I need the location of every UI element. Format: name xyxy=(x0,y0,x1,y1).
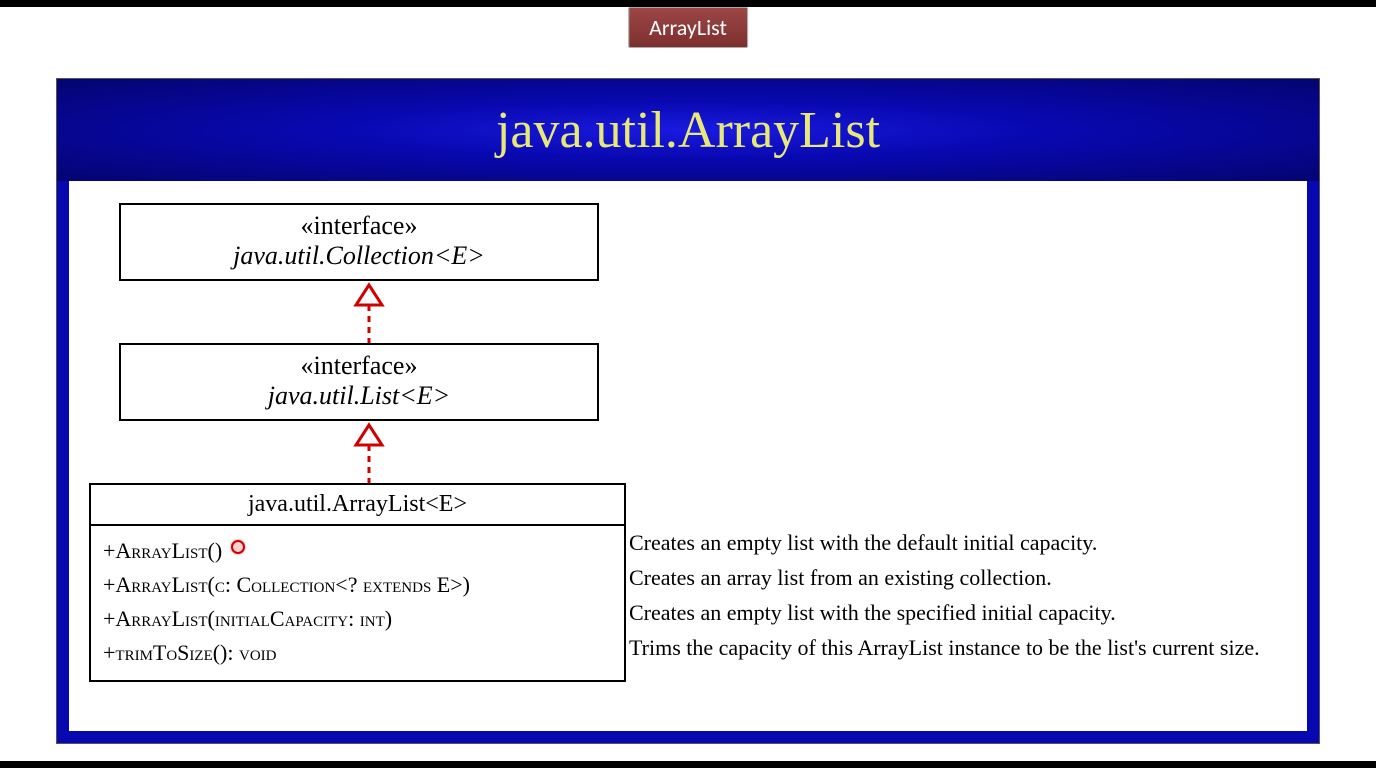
method-description: Creates an empty list with the default i… xyxy=(629,526,1287,559)
method-description: Trims the capacity of this ArrayList ins… xyxy=(629,631,1287,664)
class-name: java.util.List<E> xyxy=(121,381,597,411)
topic-tab: ArrayList xyxy=(628,7,748,48)
method-description: Creates an array list from an existing c… xyxy=(629,561,1287,594)
method-signature: +trimToSize(): void xyxy=(103,636,612,670)
uml-box-list: «interface» java.util.List<E> xyxy=(119,343,599,421)
class-name: java.util.Collection<E> xyxy=(121,241,597,271)
slide-header: java.util.ArrayList xyxy=(57,79,1319,181)
method-signature: +ArrayList(c: Collection<? extends E>) xyxy=(103,568,612,602)
uml-box-arraylist: java.util.ArrayList<E> +ArrayList() +Arr… xyxy=(89,483,626,682)
method-description: Creates an empty list with the specified… xyxy=(629,596,1287,629)
letterbox-top xyxy=(0,0,1376,7)
description-column: Creates an empty list with the default i… xyxy=(629,526,1287,666)
slide-title: java.util.ArrayList xyxy=(496,101,880,160)
method-signature: +ArrayList(initialCapacity: int) xyxy=(103,602,612,636)
slide-body: «interface» java.util.Collection<E> «int… xyxy=(57,181,1319,743)
slide-frame: java.util.ArrayList «interface» java.uti… xyxy=(56,78,1320,744)
method-compartment: +ArrayList() +ArrayList(c: Collection<? … xyxy=(91,526,624,680)
stereotype-label: «interface» xyxy=(121,351,597,381)
class-name: java.util.ArrayList<E> xyxy=(91,485,624,526)
stereotype-label: «interface» xyxy=(121,211,597,241)
uml-box-collection: «interface» java.util.Collection<E> xyxy=(119,203,599,281)
letterbox-bottom xyxy=(0,761,1376,768)
method-signature: +ArrayList() xyxy=(103,534,612,568)
laser-pointer-icon xyxy=(231,540,245,554)
